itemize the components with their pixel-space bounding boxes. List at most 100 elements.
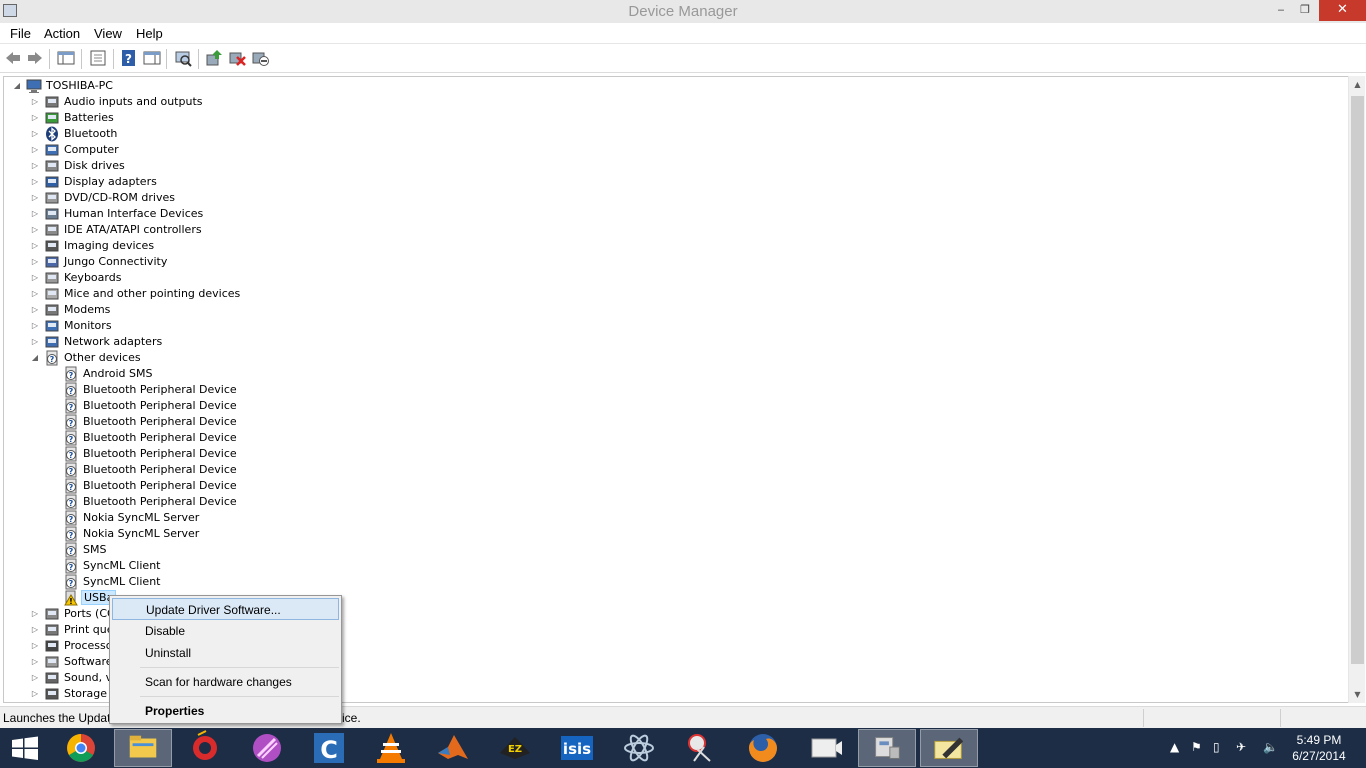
svg-text:C: C xyxy=(320,736,338,764)
collapse-arrow-icon[interactable]: ◢ xyxy=(12,81,22,91)
svg-text:?: ? xyxy=(69,563,74,572)
chrome-icon[interactable] xyxy=(52,729,110,767)
back-icon[interactable] xyxy=(4,49,22,67)
properties-menu-item[interactable]: Properties xyxy=(112,700,339,722)
uninstall-icon[interactable] xyxy=(228,49,246,67)
file-explorer-taskbar-button[interactable] xyxy=(114,729,172,767)
expand-arrow-icon[interactable]: ▷ xyxy=(30,321,40,331)
start-icon[interactable] xyxy=(0,729,58,767)
svg-text:?: ? xyxy=(69,419,74,428)
expand-arrow-icon[interactable]: ▷ xyxy=(30,689,40,699)
vertical-scrollbar[interactable]: ▲ ▼ xyxy=(1348,76,1365,703)
expand-arrow-icon[interactable]: ▷ xyxy=(30,225,40,235)
expand-arrow-icon[interactable]: ▷ xyxy=(30,241,40,251)
expand-arrow-icon[interactable]: ▷ xyxy=(30,305,40,315)
menu-file[interactable]: File xyxy=(10,26,31,41)
scroll-down-icon[interactable]: ▼ xyxy=(1349,686,1366,703)
tree-item-label: Imaging devices xyxy=(64,239,155,252)
tree-item-label: Bluetooth Peripheral Device xyxy=(83,431,237,444)
unknown-device-icon: ? xyxy=(65,478,77,494)
camera-app-icon[interactable] xyxy=(796,729,854,767)
tree-item-label: Computer xyxy=(64,143,119,156)
expand-arrow-icon[interactable]: ▷ xyxy=(30,177,40,187)
expand-arrow-icon[interactable]: ▷ xyxy=(30,145,40,155)
unknown-device-icon: ? xyxy=(65,414,77,430)
monitor-icon xyxy=(45,320,59,332)
editor-taskbar-button[interactable] xyxy=(920,729,978,767)
svg-text:?: ? xyxy=(69,515,74,524)
battery-icon xyxy=(45,112,59,124)
menu-view[interactable]: View xyxy=(94,26,122,41)
tree-item-label: Human Interface Devices xyxy=(64,207,204,220)
show-hidden-icons-icon[interactable]: ▲ xyxy=(1170,740,1179,754)
expand-arrow-icon[interactable]: ▷ xyxy=(30,337,40,347)
expand-arrow-icon[interactable]: ▷ xyxy=(30,161,40,171)
show-hide-console-tree-icon[interactable] xyxy=(57,49,75,67)
status-pane-divider xyxy=(1280,709,1281,727)
expand-arrow-icon[interactable]: ▷ xyxy=(30,257,40,267)
expand-arrow-icon[interactable]: ▷ xyxy=(30,97,40,107)
volume-icon[interactable]: 🔈 xyxy=(1263,740,1278,754)
matlab-icon[interactable] xyxy=(424,729,482,767)
expand-arrow-icon[interactable]: ▷ xyxy=(30,289,40,299)
firefox-icon[interactable] xyxy=(734,729,792,767)
expand-arrow-icon[interactable]: ▷ xyxy=(30,273,40,283)
collapse-arrow-icon[interactable]: ◢ xyxy=(30,353,40,363)
close-button[interactable]: ✕ xyxy=(1319,0,1366,21)
unknown-device-icon: ? xyxy=(65,382,77,398)
menu-help[interactable]: Help xyxy=(136,26,163,41)
unknown-device-icon: ? xyxy=(65,430,77,446)
unknown-device-icon: ? xyxy=(65,366,77,382)
network-adapter-icon xyxy=(45,336,59,348)
ez-icon[interactable]: EZ xyxy=(486,729,544,767)
scan-hardware-changes-icon[interactable] xyxy=(174,49,192,67)
scrollbar-thumb[interactable] xyxy=(1351,96,1364,664)
expand-arrow-icon[interactable]: ▷ xyxy=(30,625,40,635)
forward-icon[interactable] xyxy=(26,49,44,67)
toolbar-separator xyxy=(49,49,50,69)
update-driver-menu-item[interactable]: Update Driver Software... xyxy=(112,598,339,620)
toolbar-separator xyxy=(198,49,199,69)
disable-icon[interactable] xyxy=(251,49,269,67)
opera-icon[interactable] xyxy=(176,729,234,767)
software-device-icon xyxy=(45,656,59,668)
scan-hardware-menu-item[interactable]: Scan for hardware changes xyxy=(112,671,339,693)
help-icon[interactable]: ? xyxy=(120,49,138,67)
tree-item-label: SMS xyxy=(83,543,107,556)
atom-icon[interactable] xyxy=(610,729,668,767)
tree-item-label: Display adapters xyxy=(64,175,157,188)
sound-icon xyxy=(45,672,59,684)
expand-arrow-icon[interactable]: ▷ xyxy=(30,209,40,219)
svg-text:?: ? xyxy=(69,371,74,380)
expand-arrow-icon[interactable]: ▷ xyxy=(30,641,40,651)
isis-icon[interactable]: isis xyxy=(548,729,606,767)
menu-action[interactable]: Action xyxy=(44,26,80,41)
minimize-button[interactable]: ‒ xyxy=(1270,0,1292,21)
expand-arrow-icon[interactable]: ▷ xyxy=(30,609,40,619)
device-manager-taskbar-button[interactable] xyxy=(858,729,916,767)
scroll-up-icon[interactable]: ▲ xyxy=(1349,76,1366,93)
expand-arrow-icon[interactable]: ▷ xyxy=(30,673,40,683)
app-icon[interactable] xyxy=(238,729,296,767)
update-driver-icon[interactable] xyxy=(205,49,223,67)
expand-arrow-icon[interactable]: ▷ xyxy=(30,129,40,139)
action-center-flag-icon[interactable]: ⚑ xyxy=(1191,740,1202,754)
airplane-mode-icon[interactable]: ✈ xyxy=(1236,740,1246,754)
system-clock[interactable]: 5:49 PM 6/27/2014 xyxy=(1282,732,1356,764)
battery-icon[interactable]: ▯ xyxy=(1213,740,1220,754)
disable-menu-item[interactable]: Disable xyxy=(112,620,339,642)
storage-controller-icon xyxy=(45,688,59,700)
restore-button[interactable]: ❐ xyxy=(1294,0,1316,21)
status-pane-divider xyxy=(1143,709,1144,727)
properties-icon[interactable] xyxy=(89,49,107,67)
uninstall-menu-item[interactable]: Uninstall xyxy=(112,642,339,664)
vlc-icon[interactable] xyxy=(362,729,420,767)
ccleaner-icon[interactable]: C xyxy=(300,729,358,767)
snipping-tool-icon[interactable] xyxy=(672,729,730,767)
show-action-pane-icon[interactable] xyxy=(143,49,161,67)
svg-text:?: ? xyxy=(69,499,74,508)
expand-arrow-icon[interactable]: ▷ xyxy=(30,193,40,203)
expand-arrow-icon[interactable]: ▷ xyxy=(30,113,40,123)
expand-arrow-icon[interactable]: ▷ xyxy=(30,657,40,667)
svg-text:?: ? xyxy=(69,547,74,556)
